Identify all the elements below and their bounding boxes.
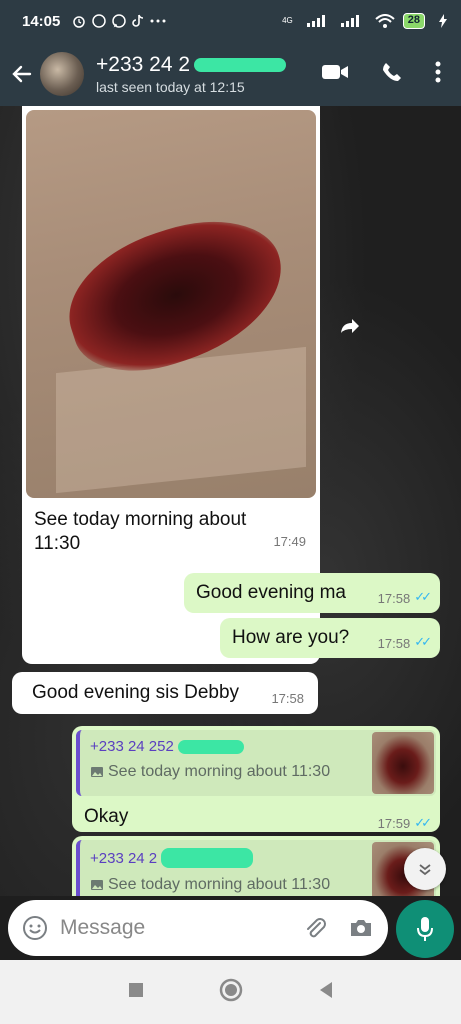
scroll-to-bottom-button[interactable]	[404, 848, 446, 890]
signal-2-icon	[340, 15, 361, 27]
outgoing-message[interactable]: How are you? 17:58 ✓✓	[220, 618, 440, 658]
quoted-sender: +233 24 2	[90, 849, 158, 867]
read-ticks-icon: ✓✓	[414, 814, 432, 830]
photo-icon	[91, 880, 103, 890]
message-time: 17:58	[377, 590, 411, 606]
message-text: Good evening ma	[196, 582, 346, 603]
nav-home-icon	[219, 978, 242, 1001]
charging-icon	[439, 14, 447, 28]
mic-icon	[417, 917, 433, 941]
redaction-mark	[177, 739, 244, 754]
more-options-icon	[435, 61, 441, 82]
redaction-mark	[194, 58, 287, 72]
nav-recents-icon	[128, 982, 143, 997]
network-type-label: 4G	[282, 17, 293, 25]
signal-icon	[306, 15, 327, 27]
video-call-icon	[322, 64, 348, 79]
reply-message[interactable]: +233 24 252 See today morning about 11:3…	[72, 726, 440, 832]
read-ticks-icon: ✓✓	[414, 589, 432, 604]
last-seen-status: last seen today at 12:15	[96, 79, 245, 95]
battery-indicator: 28	[402, 13, 425, 29]
camera-icon[interactable]	[348, 916, 374, 940]
message-time: 17:59	[377, 816, 411, 831]
message-input[interactable]: Message	[8, 900, 388, 956]
message-photo[interactable]	[26, 110, 316, 498]
contact-name: +233 24 2	[96, 53, 191, 76]
recents-button[interactable]	[128, 982, 144, 1003]
read-ticks-icon: ✓✓	[414, 634, 432, 649]
message-time: 17:58	[271, 690, 304, 706]
message-time: 17:58	[377, 635, 411, 651]
back-button[interactable]	[4, 62, 40, 86]
voice-call-button[interactable]	[381, 61, 403, 88]
photo-paper	[56, 346, 306, 494]
image-caption: See today morning about 11:30	[34, 509, 247, 554]
quoted-snippet: See today morning about 11:30	[108, 763, 331, 780]
reply-message[interactable]: +233 24 2 See today morning about 11:30	[72, 836, 440, 896]
quoted-thumbnail	[372, 732, 434, 794]
forward-button[interactable]	[330, 306, 370, 346]
quoted-snippet: See today morning about 11:30	[108, 876, 331, 893]
attach-icon[interactable]	[302, 915, 328, 941]
wifi-icon	[375, 14, 395, 28]
alarm-icon	[72, 14, 86, 28]
network-type-text: 4G	[282, 16, 293, 25]
tiktok-notification-icon	[132, 14, 144, 28]
quoted-message[interactable]: +233 24 2 See today morning about 11:30	[76, 840, 436, 896]
voice-call-icon	[383, 62, 401, 81]
message-text: Okay	[84, 805, 129, 827]
forward-icon	[341, 319, 359, 333]
chat-header: +233 24 2 last seen today at 12:15	[0, 42, 461, 106]
status-bar: 14:05 4G 28	[0, 0, 461, 42]
message-text: How are you?	[232, 627, 350, 648]
message-placeholder: Message	[60, 916, 146, 939]
whatsapp-notification-icon	[112, 14, 127, 28]
scroll-down-icon	[419, 864, 431, 876]
contact-info[interactable]: +233 24 2 last seen today at 12:15	[96, 53, 321, 95]
more-options-button[interactable]	[435, 61, 441, 88]
chat-area[interactable]: See today morning about 11:30 17:49 Good…	[0, 106, 461, 896]
back-arrow-icon	[12, 65, 32, 83]
notification-app-icon	[92, 14, 107, 28]
status-time: 14:05	[22, 12, 61, 30]
more-notifications-icon	[150, 19, 166, 23]
composer-bar: Message	[0, 896, 461, 960]
quoted-sender: +233 24 252	[90, 738, 174, 755]
incoming-message[interactable]: Good evening sis Debby 17:58	[12, 672, 318, 714]
nav-back-icon	[319, 981, 332, 998]
emoji-icon[interactable]	[22, 915, 48, 941]
contact-avatar[interactable]	[40, 52, 84, 96]
home-button[interactable]	[219, 978, 243, 1007]
photo-icon	[91, 767, 103, 777]
redaction-mark	[161, 848, 254, 868]
outgoing-message[interactable]: Good evening ma 17:58 ✓✓	[184, 573, 440, 613]
image-time: 17:49	[273, 534, 306, 549]
voice-message-button[interactable]	[396, 900, 454, 958]
system-nav-bar	[0, 960, 461, 1024]
nav-back-button[interactable]	[318, 981, 334, 1004]
message-text: Good evening sis Debby	[32, 682, 240, 703]
video-call-button[interactable]	[321, 62, 349, 87]
quoted-message[interactable]: +233 24 252 See today morning about 11:3…	[76, 730, 436, 796]
